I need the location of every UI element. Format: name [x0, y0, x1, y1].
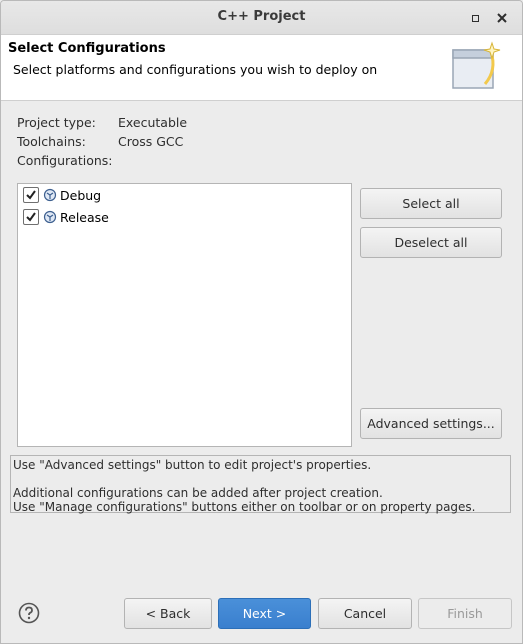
toolchains-label: Toolchains: [17, 134, 86, 149]
configurations-label: Configurations: [17, 153, 113, 168]
configuration-item-release[interactable]: Release [23, 207, 109, 227]
configuration-label: Debug [60, 187, 102, 203]
title-bar: C++ Project [1, 1, 522, 35]
deselect-all-button[interactable]: Deselect all [360, 227, 502, 258]
info-message-box: Use "Advanced settings" button to edit p… [10, 455, 511, 514]
message-line: Use "Manage configurations" buttons eith… [13, 500, 476, 514]
back-button[interactable]: < Back [124, 598, 212, 629]
close-button[interactable] [495, 11, 509, 25]
checkmark-icon [26, 190, 36, 200]
select-all-button[interactable]: Select all [360, 188, 502, 219]
project-type-label: Project type: [17, 115, 96, 130]
configuration-icon [43, 210, 57, 224]
message-line: Use "Advanced settings" button to edit p… [13, 458, 372, 472]
configuration-icon [43, 188, 57, 202]
configuration-item-debug[interactable]: Debug [23, 185, 101, 205]
finish-button[interactable]: Finish [418, 598, 512, 629]
maximize-icon [471, 14, 479, 22]
dialog-window: C++ Project Select Configurations Select… [0, 0, 523, 644]
page-subtitle: Select platforms and configurations you … [13, 62, 378, 77]
next-button[interactable]: Next > [218, 598, 311, 629]
close-icon [497, 13, 507, 23]
wizard-banner-icon [452, 41, 501, 89]
toolchains-value: Cross GCC [118, 134, 184, 149]
page-title: Select Configurations [8, 41, 166, 56]
debug-checkbox[interactable] [23, 187, 39, 203]
cancel-button[interactable]: Cancel [318, 598, 412, 629]
message-line: Additional configurations can be added a… [13, 486, 383, 500]
configurations-list[interactable]: Debug Release [17, 183, 352, 447]
checkmark-icon [26, 212, 36, 222]
window-title: C++ Project [217, 9, 306, 24]
configuration-label: Release [60, 209, 109, 225]
maximize-button[interactable] [468, 11, 482, 25]
project-type-value: Executable [118, 115, 188, 130]
release-checkbox[interactable] [23, 209, 39, 225]
help-icon[interactable] [18, 602, 40, 624]
wizard-header: Select Configurations Select platforms a… [1, 35, 522, 101]
advanced-settings-button[interactable]: Advanced settings... [360, 408, 502, 439]
